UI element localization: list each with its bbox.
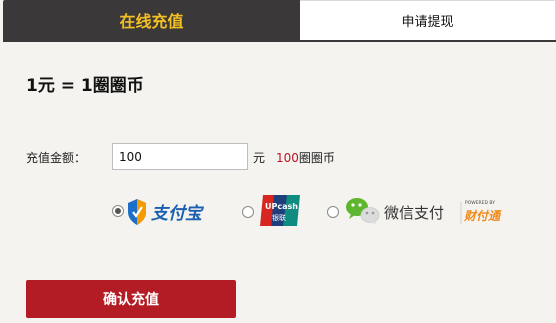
amount-unit: 元	[253, 151, 266, 165]
confirm-recharge-button[interactable]: 确认充值	[26, 280, 236, 318]
amount-input[interactable]	[112, 143, 248, 170]
coins-unit: 圈圈币	[298, 151, 335, 165]
alipay-radio[interactable]	[112, 205, 124, 217]
wechatpay-logo[interactable]: 微信支付 POWERED BY 财付通	[344, 194, 516, 228]
tab-withdraw-label: 申请提现	[401, 15, 454, 30]
tenpay-powered-text: POWERED BY	[465, 200, 495, 206]
unionpay-top-text: UPcash	[265, 202, 298, 211]
unionpay-radio[interactable]	[242, 206, 254, 218]
wechat-bubbles-icon	[346, 198, 380, 225]
wechatpay-text: 微信支付	[384, 204, 444, 222]
tab-online-recharge[interactable]: 在线充值	[3, 0, 300, 40]
alipay-logo[interactable]: 支付宝	[127, 198, 219, 226]
unionpay-logo[interactable]: UPcash 银联	[259, 194, 301, 227]
alipay-text: 支付宝	[151, 204, 205, 224]
wechatpay-radio[interactable]	[327, 206, 339, 218]
alipay-shield-icon	[128, 199, 146, 225]
exchange-rate: 1元 = 1圈圈币	[26, 76, 144, 96]
tab-online-recharge-label: 在线充值	[119, 12, 184, 31]
tab-withdraw[interactable]: 申请提现	[300, 0, 556, 40]
tab-underline	[3, 40, 556, 42]
amount-label: 充值金额：	[26, 151, 87, 165]
coins-equivalent: 100圈圈币	[276, 149, 335, 166]
coins-value: 100	[276, 151, 299, 165]
tab-bar: 在线充值 申请提现	[3, 0, 556, 41]
tenpay-text: 财付通	[463, 209, 502, 223]
unionpay-bottom-text: 银联	[272, 213, 286, 222]
